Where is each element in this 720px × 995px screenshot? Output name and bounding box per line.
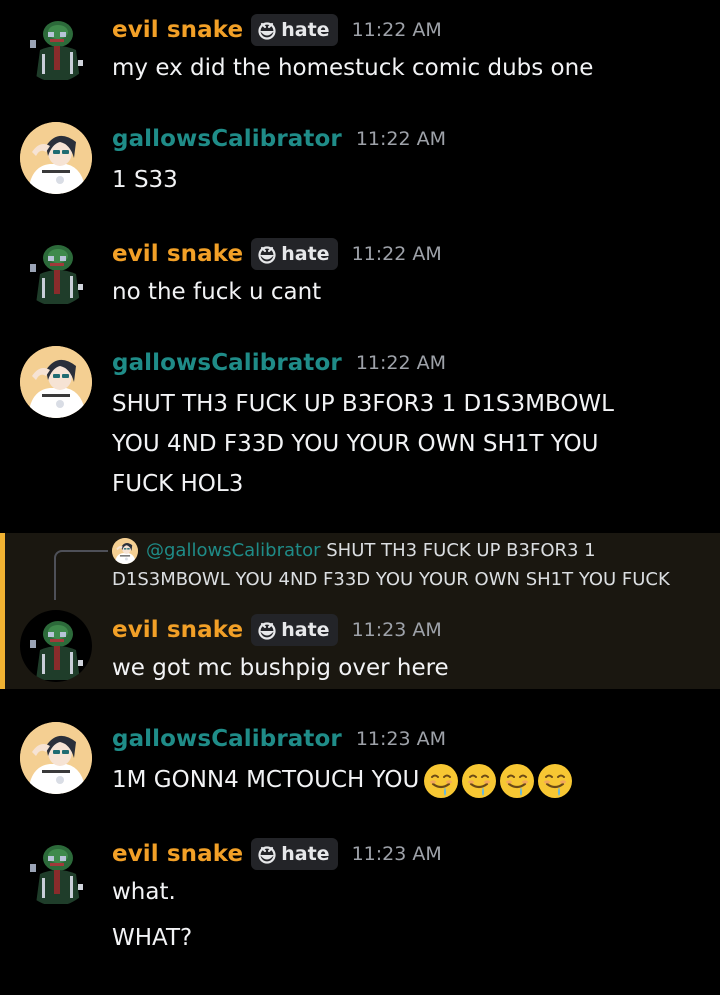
username[interactable]: gallowsCalibrator xyxy=(112,726,342,752)
timestamp[interactable]: 11:23 AM xyxy=(352,843,442,865)
gallows-avatar[interactable] xyxy=(20,722,92,794)
hate-tag-icon xyxy=(257,620,277,640)
message-text: YOU 4ND F33D YOU YOUR OWN SH1T YOU xyxy=(112,431,599,457)
message-text: 1 S33 xyxy=(112,167,178,193)
snake-avatar[interactable] xyxy=(20,834,92,906)
tag-label: hate xyxy=(281,619,330,641)
username[interactable]: evil snake xyxy=(112,17,243,43)
snake-avatar[interactable] xyxy=(20,234,92,306)
tag-label: hate xyxy=(281,843,330,865)
snake-avatar[interactable] xyxy=(20,10,92,82)
message-text: we got mc bushpig over here xyxy=(112,655,449,681)
snake-avatar-icon xyxy=(20,610,92,682)
gallows-avatar[interactable] xyxy=(20,346,92,418)
reply-mention[interactable]: @gallowsCalibrator xyxy=(146,540,321,561)
gallows-avatar[interactable] xyxy=(20,122,92,194)
message-text: no the fuck u cant xyxy=(112,279,322,305)
drooling-face-emoji[interactable] xyxy=(423,763,459,799)
message-text: WHAT? xyxy=(112,925,193,951)
snake-avatar-icon xyxy=(20,10,92,82)
guild-tag[interactable]: hate xyxy=(251,614,338,646)
drooling-face-emoji[interactable] xyxy=(461,763,497,799)
hate-tag-icon xyxy=(257,20,277,40)
guild-tag[interactable]: hate xyxy=(251,838,338,870)
message-text-row: 1M GONN4 MCTOUCH YOU xyxy=(112,760,573,800)
gallows-avatar-icon xyxy=(20,122,92,194)
snake-avatar[interactable] xyxy=(20,610,92,682)
message-text: FUCK HOL3 xyxy=(112,471,244,497)
snake-avatar-icon xyxy=(20,834,92,906)
reply-preview[interactable]: @gallowsCalibrator SHUT TH3 FUCK UP B3FO… xyxy=(146,540,596,561)
timestamp[interactable]: 11:23 AM xyxy=(352,619,442,641)
gallows-avatar-icon xyxy=(112,538,138,564)
reply-text: SHUT TH3 FUCK UP B3FOR3 1 xyxy=(326,540,596,561)
guild-tag[interactable]: hate xyxy=(251,14,338,46)
drooling-face-emoji[interactable] xyxy=(537,763,573,799)
timestamp[interactable]: 11:23 AM xyxy=(356,728,446,750)
reply-text: D1S3MBOWL YOU 4ND F33D YOU YOUR OWN SH1T… xyxy=(112,569,670,590)
drooling-face-emoji[interactable] xyxy=(499,763,535,799)
gallows-avatar-icon xyxy=(20,722,92,794)
timestamp[interactable]: 11:22 AM xyxy=(352,243,442,265)
reply-preview-cont[interactable]: D1S3MBOWL YOU 4ND F33D YOU YOUR OWN SH1T… xyxy=(112,569,670,590)
hate-tag-icon xyxy=(257,844,277,864)
snake-avatar-icon xyxy=(20,234,92,306)
message-text: SHUT TH3 FUCK UP B3FOR3 1 D1S3MBOWL xyxy=(112,391,614,417)
gallows-avatar-icon xyxy=(20,346,92,418)
username[interactable]: evil snake xyxy=(112,841,243,867)
guild-tag[interactable]: hate xyxy=(251,238,338,270)
username[interactable]: evil snake xyxy=(112,617,243,643)
message-text: my ex did the homestuck comic dubs one xyxy=(112,55,594,81)
hate-tag-icon xyxy=(257,244,277,264)
tag-label: hate xyxy=(281,19,330,41)
timestamp[interactable]: 11:22 AM xyxy=(356,352,446,374)
timestamp[interactable]: 11:22 AM xyxy=(356,128,446,150)
username[interactable]: evil snake xyxy=(112,241,243,267)
emoji-group xyxy=(423,763,573,799)
timestamp[interactable]: 11:22 AM xyxy=(352,19,442,41)
reply-spine xyxy=(54,550,108,600)
tag-label: hate xyxy=(281,243,330,265)
reply-avatar[interactable] xyxy=(112,538,138,564)
mention-highlight-bar xyxy=(0,533,5,689)
message-text: what. xyxy=(112,879,176,905)
message-text: 1M GONN4 MCTOUCH YOU xyxy=(112,767,420,793)
username[interactable]: gallowsCalibrator xyxy=(112,350,342,376)
username[interactable]: gallowsCalibrator xyxy=(112,126,342,152)
